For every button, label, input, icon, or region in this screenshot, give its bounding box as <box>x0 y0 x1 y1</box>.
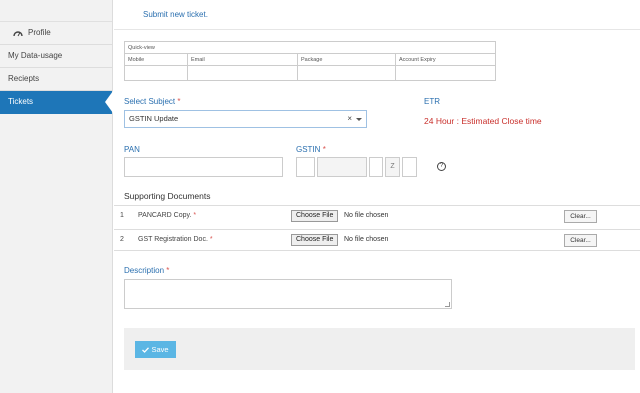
sidebar-item-label: Tickets <box>8 97 34 106</box>
sidebar-item-label: Reciepts <box>8 74 40 83</box>
dashboard-icon <box>13 29 23 37</box>
required-mark: * <box>166 266 170 275</box>
required-mark: * <box>322 145 326 154</box>
column-header: Account Expiry <box>399 57 436 63</box>
clear-selection-icon[interactable]: × <box>347 111 352 127</box>
sidebar-item-tickets[interactable]: Tickets <box>0 91 113 114</box>
document-number: 2 <box>120 236 124 243</box>
clear-file-button[interactable]: Clear... <box>564 210 597 223</box>
file-status: No file chosen <box>344 212 389 219</box>
subject-label: Select Subject * <box>124 97 181 106</box>
table-cell <box>188 66 298 80</box>
description-label-text: Description <box>124 266 165 275</box>
sidebar-item-label: Profile <box>28 28 51 37</box>
sidebar: Profile My Data-usage Reciepts Tickets <box>0 0 113 393</box>
gstin-pan-part <box>317 157 367 177</box>
required-mark: * <box>209 236 213 243</box>
quick-view-title: Quick-view <box>125 42 495 54</box>
clear-file-button[interactable]: Clear... <box>564 234 597 247</box>
etr-value: 24 Hour : Estimated Close time <box>424 116 542 126</box>
page-banner: Submit new ticket. <box>143 10 208 19</box>
document-name-text: GST Registration Doc. <box>138 236 208 243</box>
document-name-text: PANCARD Copy. <box>138 212 192 219</box>
resize-handle-icon[interactable] <box>445 302 450 307</box>
sidebar-item-data-usage[interactable]: My Data-usage <box>0 45 112 68</box>
column-header: Mobile <box>125 54 188 65</box>
form-footer: Save <box>124 328 635 370</box>
pan-label: PAN <box>124 145 140 154</box>
document-number: 1 <box>120 212 124 219</box>
sidebar-header <box>0 0 112 22</box>
etr-label: ETR <box>424 97 440 106</box>
subject-select-value: GSTIN Update <box>129 114 179 123</box>
choose-file-button[interactable]: Choose File <box>291 210 339 222</box>
save-button[interactable]: Save <box>135 341 176 358</box>
document-row: 2 GST Registration Doc. * Choose File No… <box>114 229 640 251</box>
column-header: Package <box>298 54 396 65</box>
gstin-label: GSTIN * <box>296 145 326 154</box>
choose-file-button[interactable]: Choose File <box>291 234 339 246</box>
check-icon <box>142 347 150 353</box>
pan-input[interactable] <box>124 157 283 177</box>
help-icon[interactable]: ? <box>437 162 446 171</box>
active-caret <box>105 91 113 113</box>
required-mark: * <box>193 212 197 219</box>
file-status: No file chosen <box>344 236 389 243</box>
quick-view-table: Quick-view Mobile Email Package Account … <box>124 41 496 81</box>
main-content: Submit new ticket. Quick-view Mobile Ema… <box>114 0 640 393</box>
gstin-fixed-char: Z <box>385 157 400 177</box>
subject-label-text: Select Subject <box>124 97 176 106</box>
supporting-documents-title: Supporting Documents <box>124 191 211 201</box>
sidebar-item-label: My Data-usage <box>8 51 63 60</box>
document-name: GST Registration Doc. * <box>138 236 213 243</box>
document-row: 1 PANCARD Copy. * Choose File No file ch… <box>114 205 640 227</box>
table-cell <box>125 66 188 80</box>
table-cell <box>298 66 396 80</box>
sidebar-item-receipts[interactable]: Reciepts <box>0 68 112 91</box>
divider <box>114 29 640 30</box>
quick-view-header-row: Mobile Email Package Account Expiry <box>125 54 495 66</box>
column-header: Email <box>188 54 298 65</box>
required-mark: * <box>177 97 181 106</box>
quick-view-value-row <box>125 66 495 80</box>
gstin-entity-input[interactable] <box>369 157 383 177</box>
gstin-checksum-input[interactable] <box>402 157 417 177</box>
save-button-label: Save <box>151 345 169 354</box>
gstin-state-code-input[interactable] <box>296 157 315 177</box>
sidebar-item-profile[interactable]: Profile <box>0 22 112 45</box>
chevron-down-icon[interactable] <box>356 118 362 121</box>
subject-select[interactable]: GSTIN Update × <box>124 110 367 128</box>
table-cell <box>396 66 495 80</box>
description-label: Description * <box>124 266 169 275</box>
document-name: PANCARD Copy. * <box>138 212 196 219</box>
description-textarea[interactable] <box>124 279 452 309</box>
gstin-label-text: GSTIN <box>296 145 321 154</box>
